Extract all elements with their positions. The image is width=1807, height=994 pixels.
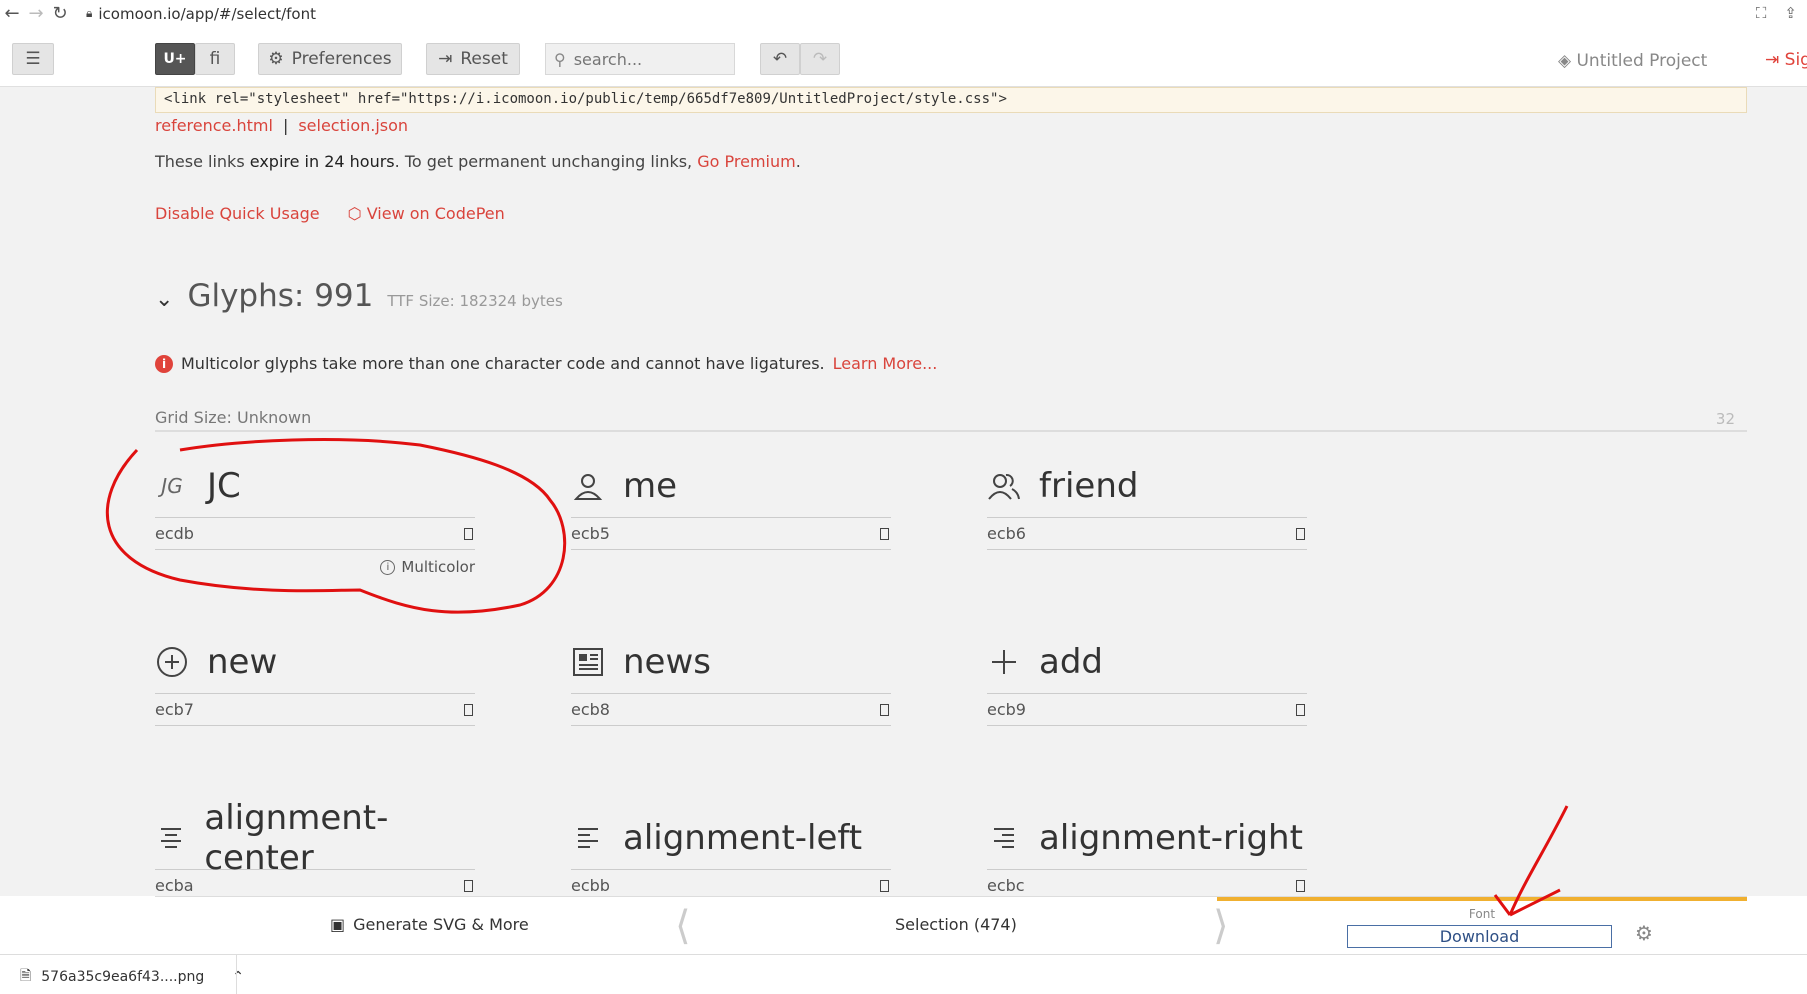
download-button[interactable]: Download bbox=[1347, 925, 1612, 948]
glyph-card[interactable]: friend ecb6 bbox=[987, 454, 1307, 550]
redo-button[interactable]: ↷ bbox=[800, 43, 840, 75]
gear-icon[interactable]: ⚙ bbox=[1635, 921, 1653, 945]
reference-link[interactable]: reference.html bbox=[155, 116, 273, 135]
quick-usage-code[interactable]: <link rel="stylesheet" href="https://i.i… bbox=[155, 87, 1747, 113]
glyph-card[interactable]: alignment-center ecba bbox=[155, 798, 475, 902]
reset-icon: ⇥ bbox=[438, 49, 453, 69]
codepen-icon: ⬡ bbox=[347, 204, 362, 223]
glyph-char-preview bbox=[1296, 527, 1305, 540]
browser-bar: ← → ↻ 🔒︎ icomoon.io/app/#/select/font ⛶ … bbox=[0, 0, 1807, 27]
ligature-toggle[interactable]: ﬁ bbox=[195, 43, 235, 75]
quick-usage-actions: Disable Quick Usage ⬡ View on CodePen bbox=[155, 204, 505, 223]
selection-json-link[interactable]: selection.json bbox=[298, 116, 408, 135]
downloads-bar: 🗎 576a35c9ea6f43....png ⌃ bbox=[0, 954, 1807, 994]
disable-quick-usage-link[interactable]: Disable Quick Usage bbox=[155, 204, 320, 223]
redo-icon: ↷ bbox=[812, 49, 828, 69]
align-center-icon bbox=[155, 821, 186, 855]
search-box: ⚲ bbox=[545, 43, 735, 75]
file-icon: 🗎 bbox=[20, 968, 32, 984]
gear-icon: ⚙ bbox=[268, 49, 284, 69]
glyph-card[interactable]: JG JC ecdb i Multicolor bbox=[155, 454, 475, 576]
plus-circle-icon bbox=[155, 645, 189, 679]
preferences-button[interactable]: ⚙ Preferences bbox=[258, 43, 402, 75]
link-separator: | bbox=[282, 116, 289, 135]
codepen-link[interactable]: ⬡ View on CodePen bbox=[348, 204, 505, 223]
lock-icon: 🔒︎ bbox=[86, 6, 93, 20]
glyph-card[interactable]: add ecb9 bbox=[987, 630, 1307, 726]
multicolor-notice: i Multicolor glyphs take more than one c… bbox=[155, 354, 937, 373]
glyph-char-preview bbox=[1296, 879, 1305, 892]
newspaper-icon bbox=[571, 645, 605, 679]
layers-icon: ◈ bbox=[1558, 51, 1572, 71]
align-right-icon bbox=[987, 821, 1021, 855]
undo-icon: ↶ bbox=[772, 49, 788, 69]
glyph-char-preview bbox=[880, 879, 889, 892]
generate-svg-tab[interactable]: ▣ Generate SVG & More bbox=[330, 915, 529, 934]
ttf-size: TTF Size: 182324 bytes bbox=[387, 292, 563, 310]
reload-icon[interactable]: ↻ bbox=[48, 3, 72, 24]
jc-monogram-icon: JG bbox=[161, 473, 183, 498]
expire-notice: These links expire in 24 hours. To get p… bbox=[155, 152, 801, 171]
align-left-icon bbox=[571, 821, 605, 855]
selection-tab[interactable]: Selection (474) bbox=[895, 915, 1017, 934]
users-icon bbox=[987, 469, 1021, 503]
font-label: Font bbox=[1468, 907, 1496, 921]
quick-usage-links: reference.html | selection.json bbox=[155, 116, 408, 135]
glyph-card[interactable]: alignment-right ecbc bbox=[987, 806, 1307, 902]
project-selector[interactable]: ◈ Untitled Project bbox=[1558, 51, 1707, 71]
forward-icon[interactable]: → bbox=[24, 3, 48, 24]
share-icon[interactable]: ⇪ bbox=[1784, 4, 1797, 22]
download-item[interactable]: 🗎 576a35c9ea6f43....png ⌃ bbox=[20, 965, 244, 989]
info-icon: i bbox=[380, 559, 396, 575]
glyph-char-preview bbox=[464, 879, 473, 892]
hamburger-icon: ☰ bbox=[25, 49, 41, 69]
downloads-divider bbox=[236, 955, 237, 994]
chevron-left-icon: ⟨ bbox=[675, 903, 691, 949]
signin-link[interactable]: ⇥ Sig bbox=[1765, 50, 1807, 70]
image-icon: ▣ bbox=[330, 915, 346, 934]
grid-size-bar: Grid Size: Unknown 32 bbox=[155, 408, 1747, 432]
learn-more-link[interactable]: Learn More... bbox=[833, 354, 938, 373]
plus-icon bbox=[987, 645, 1021, 679]
go-premium-link[interactable]: Go Premium bbox=[697, 152, 795, 171]
chevron-down-icon[interactable]: ⌄ bbox=[155, 287, 173, 312]
glyph-char-preview bbox=[464, 703, 473, 716]
reset-button[interactable]: ⇥ Reset bbox=[426, 43, 520, 75]
glyph-char-preview bbox=[464, 527, 473, 540]
chevron-up-icon[interactable]: ⌃ bbox=[232, 969, 244, 985]
glyphs-header: ⌄ Glyphs: 991 TTF Size: 182324 bytes bbox=[155, 278, 563, 314]
search-icon: ⚲ bbox=[554, 49, 566, 69]
grid-size-value[interactable]: 32 bbox=[1716, 410, 1735, 428]
signin-icon: ⇥ bbox=[1765, 50, 1780, 70]
glyphs-title: Glyphs: 991 bbox=[187, 278, 374, 314]
menu-button[interactable]: ☰ bbox=[12, 43, 54, 75]
bottom-bar: ▣ Generate SVG & More ⟨ Selection (474) … bbox=[155, 896, 1747, 954]
unicode-toggle[interactable]: U+ bbox=[155, 43, 195, 75]
address-bar[interactable]: icomoon.io/app/#/select/font bbox=[98, 5, 316, 23]
glyph-card[interactable]: alignment-left ecbb bbox=[571, 806, 891, 902]
info-icon: i bbox=[155, 354, 173, 373]
font-tab: Font Download ⚙ bbox=[1217, 897, 1747, 955]
glyph-char-preview bbox=[880, 527, 889, 540]
glyph-card[interactable]: news ecb8 bbox=[571, 630, 891, 726]
back-icon[interactable]: ← bbox=[0, 3, 24, 24]
undo-button[interactable]: ↶ bbox=[760, 43, 800, 75]
app-toolbar: ☰ U+ ﬁ ⚙ Preferences ⇥ Reset ⚲ ↶ ↷ ◈ Unt… bbox=[0, 27, 1807, 87]
search-input[interactable] bbox=[573, 49, 724, 69]
glyph-char-preview bbox=[880, 703, 889, 716]
glyph-char-preview bbox=[1296, 703, 1305, 716]
glyph-card[interactable]: me ecb5 bbox=[571, 454, 891, 550]
user-icon bbox=[571, 469, 605, 503]
translate-icon[interactable]: ⛶ bbox=[1756, 4, 1767, 22]
grid-size-label: Grid Size: Unknown bbox=[155, 408, 312, 427]
glyph-card[interactable]: new ecb7 bbox=[155, 630, 475, 726]
